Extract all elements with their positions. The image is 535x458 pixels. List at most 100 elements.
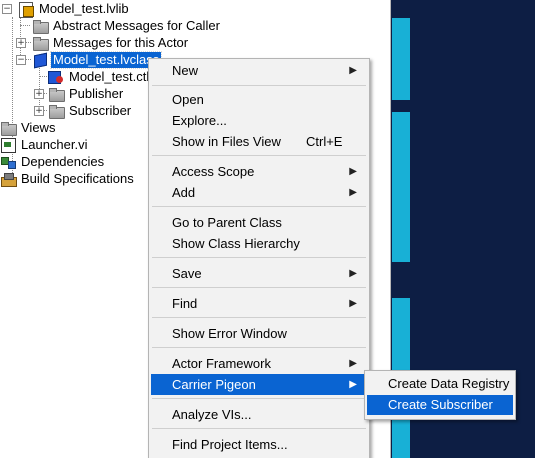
lvlib-icon [18, 1, 34, 18]
tree-item-label: Model_test.ctl [69, 68, 150, 84]
menu-item-save[interactable]: Save ▶ [151, 263, 367, 284]
tree-item-label: Views [21, 119, 56, 135]
tree-item-messages-for-actor[interactable]: Messages for this Actor [32, 34, 190, 51]
tree-item-abstract-messages[interactable]: Abstract Messages for Caller [32, 17, 222, 34]
submenu-item-create-subscriber[interactable]: Create Subscriber [367, 395, 513, 415]
vi-icon [0, 137, 16, 153]
dependencies-icon [0, 154, 16, 170]
menu-item-show-class-hierarchy[interactable]: Show Class Hierarchy [151, 233, 367, 254]
submenu-item-create-data-registry[interactable]: Create Data Registry [367, 374, 513, 394]
tree-guide-line [39, 76, 47, 77]
submenu-arrow-icon: ▶ [349, 65, 357, 76]
tree-guide-line [44, 110, 47, 111]
tree-item-model-test-ctl[interactable]: Model_test.ctl [48, 68, 151, 85]
tree-item-subscriber[interactable]: Subscriber [48, 102, 133, 119]
menu-item-label: Show Class Hierarchy [172, 236, 300, 251]
collapse-toggle-lvlib[interactable]: − [2, 4, 12, 14]
menu-separator [152, 428, 366, 429]
menu-item-label: Go to Parent Class [172, 215, 282, 230]
accent-strip [392, 420, 410, 458]
expand-toggle-messages[interactable]: + [16, 38, 26, 48]
tree-item-label: Build Specifications [21, 170, 134, 186]
menu-item-label: Show Error Window [172, 326, 287, 341]
submenu-item-label: Create Subscriber [388, 397, 493, 412]
tree-guide-line [44, 93, 47, 94]
menu-separator [152, 287, 366, 288]
menu-separator [152, 155, 366, 156]
tree-item-model-test-lvclass[interactable]: Model_test.lvclass [32, 50, 163, 69]
tree-item-label: Publisher [69, 85, 124, 101]
tree-item-label: Abstract Messages for Caller [53, 17, 220, 33]
menu-item-label: Explore... [172, 113, 227, 128]
labview-project-window: − + − + + Model_test.lvlib Abstract Mess… [0, 0, 535, 458]
menu-item-go-to-parent-class[interactable]: Go to Parent Class [151, 212, 367, 233]
accent-strip [392, 112, 410, 262]
menu-item-actor-framework[interactable]: Actor Framework ▶ [151, 353, 367, 374]
submenu-arrow-icon: ▶ [349, 187, 357, 198]
tree-item-dependencies[interactable]: Dependencies [0, 153, 106, 170]
lvclass-icon [32, 52, 48, 68]
menu-item-label: Add [172, 185, 196, 200]
submenu-arrow-icon: ▶ [349, 268, 357, 279]
submenu-arrow-icon: ▶ [349, 166, 357, 177]
tree-item-label: Launcher.vi [21, 136, 88, 152]
menu-separator [152, 398, 366, 399]
tree-item-label: Dependencies [21, 153, 105, 169]
tree-item-launcher-vi[interactable]: Launcher.vi [0, 136, 90, 153]
menu-item-label: Analyze VIs... [172, 407, 252, 422]
tree-item-views[interactable]: Views [0, 119, 57, 136]
collapse-toggle-lvclass[interactable]: − [16, 55, 26, 65]
menu-separator [152, 317, 366, 318]
tree-item-label: Messages for this Actor [53, 34, 189, 50]
menu-item-show-in-files-view[interactable]: Show in Files View Ctrl+E [151, 131, 367, 152]
folder-icon [48, 103, 65, 119]
expand-toggle-subscriber[interactable]: + [34, 106, 44, 116]
menu-item-find[interactable]: Find ▶ [151, 293, 367, 314]
submenu-arrow-icon: ▶ [349, 379, 357, 390]
menu-item-label: Find [172, 296, 198, 311]
menu-item-shortcut: Ctrl+E [306, 134, 343, 149]
menu-item-access-scope[interactable]: Access Scope ▶ [151, 161, 367, 182]
menu-item-analyze-vis[interactable]: Analyze VIs... [151, 404, 367, 425]
ctl-icon [48, 69, 64, 85]
menu-item-label: Access Scope [172, 164, 255, 179]
menu-item-carrier-pigeon[interactable]: Carrier Pigeon ▶ [151, 374, 367, 395]
folder-icon [0, 120, 17, 136]
menu-item-show-error-window[interactable]: Show Error Window [151, 323, 367, 344]
tree-guide-line [20, 25, 30, 26]
menu-separator [152, 206, 366, 207]
context-menu: New ▶ Open Explore... Show in Files View… [148, 58, 370, 458]
tree-item-label: Model_test.lvlib [39, 0, 129, 16]
tree-item-model-test-lvlib[interactable]: Model_test.lvlib [18, 0, 131, 18]
menu-separator [152, 257, 366, 258]
menu-item-new[interactable]: New ▶ [151, 60, 367, 81]
tree-item-publisher[interactable]: Publisher [48, 85, 125, 102]
menu-item-explore[interactable]: Explore... [151, 110, 367, 131]
menu-item-label: Find Project Items... [172, 437, 288, 452]
menu-item-add[interactable]: Add ▶ [151, 182, 367, 203]
menu-item-find-project-items[interactable]: Find Project Items... [151, 434, 367, 455]
menu-item-label: Save [172, 266, 202, 281]
submenu-arrow-icon: ▶ [349, 298, 357, 309]
tree-item-build-specifications[interactable]: Build Specifications [0, 170, 136, 187]
carrier-pigeon-submenu: Create Data Registry Create Subscriber [364, 370, 516, 420]
accent-strip [392, 18, 410, 100]
tree-item-label: Model_test.lvclass [49, 50, 163, 69]
accent-strip [392, 298, 410, 370]
folder-icon [32, 18, 49, 34]
menu-item-label: Actor Framework [172, 356, 271, 371]
menu-item-open[interactable]: Open [151, 89, 367, 110]
menu-item-label: New [172, 63, 199, 78]
folder-icon [32, 35, 49, 51]
menu-item-label: Open [172, 92, 204, 107]
menu-item-label: Carrier Pigeon [172, 377, 256, 392]
menu-separator [152, 347, 366, 348]
expand-toggle-publisher[interactable]: + [34, 89, 44, 99]
submenu-item-label: Create Data Registry [388, 376, 510, 391]
tree-item-label: Subscriber [69, 102, 132, 118]
menu-separator [152, 85, 366, 86]
submenu-arrow-icon: ▶ [349, 358, 357, 369]
folder-icon [48, 86, 65, 102]
menu-item-label: Show in Files View [172, 134, 281, 149]
build-icon [0, 171, 17, 187]
